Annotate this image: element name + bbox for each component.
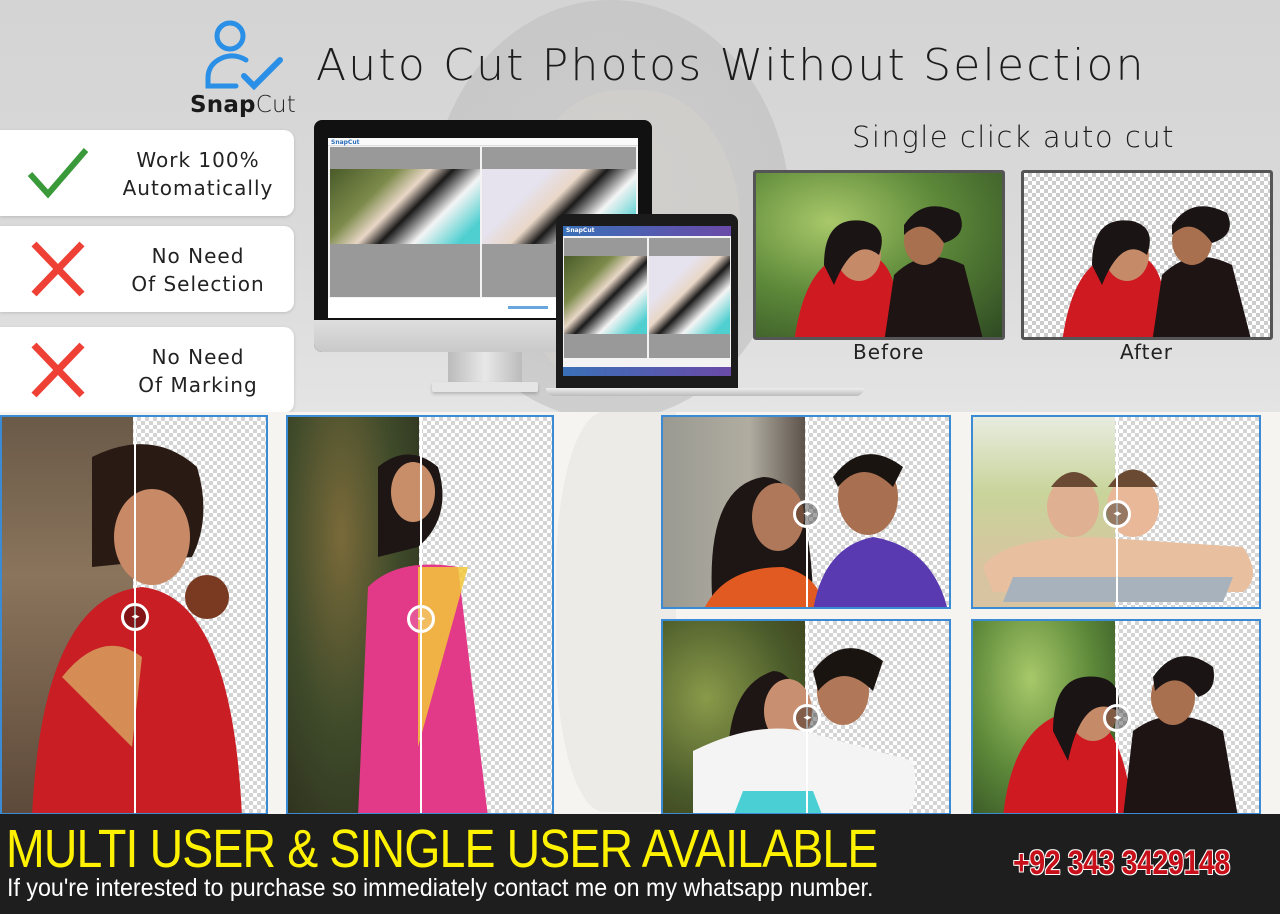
couple-photo-before	[794, 206, 983, 337]
after-photo	[1021, 170, 1273, 340]
feature-card-no-marking: No Need Of Marking	[0, 327, 294, 412]
app-original-pane	[330, 147, 480, 297]
feature-line1: Work 100%	[136, 148, 260, 172]
feature-text: No Need Of Marking	[110, 343, 286, 399]
user-check-icon	[205, 20, 283, 91]
comparison-panel-wedding-couple[interactable]: ◂▸	[661, 415, 951, 609]
logo-text-bold: Snap	[190, 92, 256, 118]
app-title: SnapCut	[331, 139, 360, 146]
laptop-mockup: SnapCut	[556, 214, 738, 390]
sub-headline: Single click auto cut	[852, 120, 1176, 154]
before-label: Before	[853, 340, 925, 364]
before-photo	[753, 170, 1005, 340]
app-progress-bar	[508, 306, 548, 309]
feature-line1: No Need	[151, 244, 245, 268]
laptop-app-header: SnapCut	[563, 226, 731, 236]
top-banner: SnapCut Auto Cut Photos Without Selectio…	[0, 0, 1280, 412]
feature-line2: Of Marking	[138, 373, 258, 397]
watermark-face	[556, 412, 676, 812]
photo-comparison-grid: ◂▸ ◂▸ ◂▸ ◂▸ ◂▸ ◂▸	[0, 412, 1280, 814]
availability-tagline: MULTI USER & SINGLE USER AVAILABLE	[6, 819, 878, 879]
monitor-stand	[448, 352, 522, 384]
feature-text: No Need Of Selection	[110, 242, 286, 298]
app-original-pane	[564, 238, 647, 358]
page-headline: Auto Cut Photos Without Selection	[316, 40, 1146, 91]
split-handle[interactable]: ◂▸	[1103, 704, 1131, 732]
laptop-screen: SnapCut	[563, 226, 731, 376]
contact-note: If you're interested to purchase so imme…	[7, 874, 874, 902]
cross-icon	[31, 342, 85, 398]
couple-photo-after	[1062, 206, 1251, 337]
feature-card-no-selection: No Need Of Selection	[0, 226, 294, 312]
split-handle[interactable]: ◂▸	[1103, 500, 1131, 528]
whatsapp-phone-number[interactable]: +92 343 3429148	[1013, 844, 1230, 883]
feature-line2: Of Selection	[131, 272, 265, 296]
split-handle[interactable]: ◂▸	[793, 500, 821, 528]
comparison-panel-sunglasses-couple[interactable]: ◂▸	[971, 619, 1261, 814]
logo-text-light: Cut	[255, 92, 296, 118]
laptop-taskbar	[563, 367, 731, 376]
comparison-panel-bride[interactable]: ◂▸	[0, 415, 268, 814]
comparison-panel-saree[interactable]: ◂▸	[286, 415, 554, 814]
snapcut-logo: SnapCut	[190, 20, 300, 120]
logo-text: SnapCut	[190, 92, 296, 118]
cross-icon	[31, 241, 85, 297]
feature-line2: Automatically	[122, 176, 274, 200]
feature-text: Work 100% Automatically	[110, 146, 286, 202]
app-toolbar: SnapCut	[328, 138, 638, 146]
feature-card-automatic: Work 100% Automatically	[0, 130, 294, 216]
laptop-base	[546, 388, 864, 396]
contact-footer: MULTI USER & SINGLE USER AVAILABLE +92 3…	[0, 814, 1280, 914]
app-photo-original	[564, 256, 647, 334]
checkmark-icon	[27, 148, 89, 199]
split-handle[interactable]: ◂▸	[407, 605, 435, 633]
saree-subject	[358, 454, 488, 813]
app-result-pane	[649, 238, 730, 358]
split-handle[interactable]: ◂▸	[121, 603, 149, 631]
app-title: SnapCut	[566, 227, 595, 234]
split-handle[interactable]: ◂▸	[793, 704, 821, 732]
comparison-panel-hugging-couple[interactable]: ◂▸	[661, 619, 951, 814]
comparison-panel-girls[interactable]: ◂▸	[971, 415, 1261, 609]
after-label: After	[1120, 340, 1174, 364]
monitor-base	[432, 382, 538, 392]
app-photo-result	[649, 256, 730, 334]
app-photo-original	[330, 169, 480, 244]
feature-line1: No Need	[151, 345, 245, 369]
